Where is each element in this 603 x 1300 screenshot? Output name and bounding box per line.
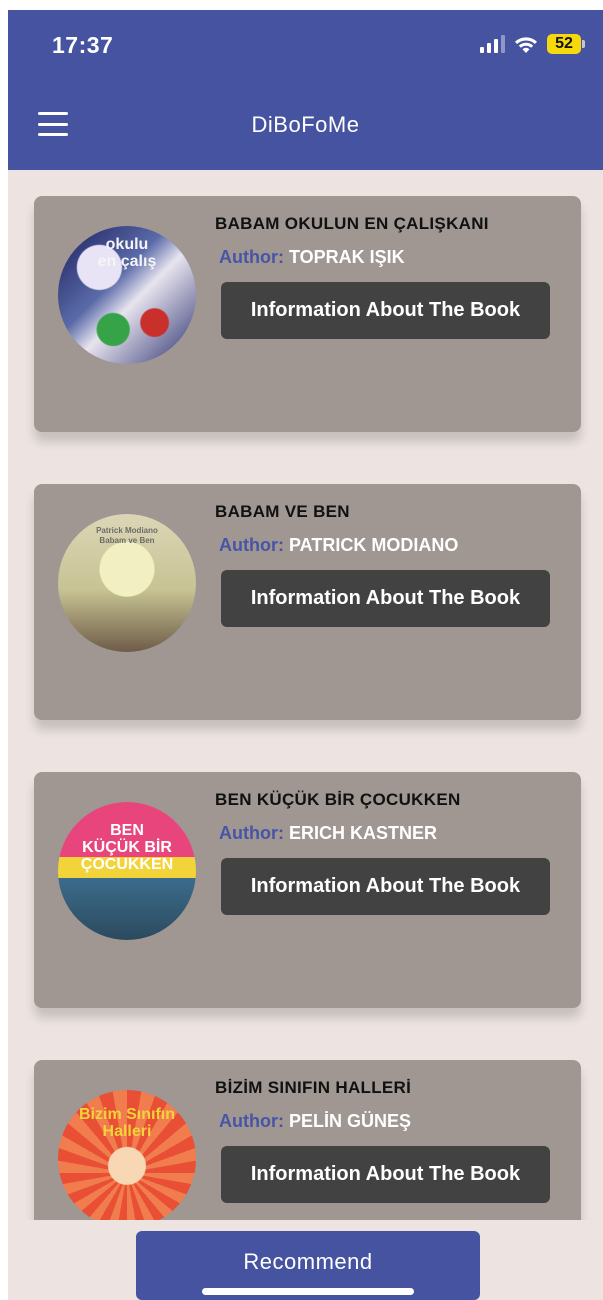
wifi-icon [513,35,539,54]
cover-text: okulu en çalış [97,236,157,270]
author-name: PELİN GÜNEŞ [289,1111,412,1131]
status-icons: 52 [480,34,585,54]
cover-text: BEN KÜÇÜK BİR ÇOCUKKEN [80,822,174,873]
app-title: DiBoFoMe [251,112,360,137]
book-cover-image: BEN KÜÇÜK BİR ÇOCUKKEN [58,802,196,940]
cellular-signal-icon [480,35,505,53]
status-time: 17:37 [52,32,114,58]
battery-icon: 52 [547,34,585,54]
author-line: Author: PATRICK MODIANO [219,535,458,556]
cover-text: Bizim Sınıfın Halleri [79,1106,175,1140]
battery-level: 52 [547,34,581,54]
book-list[interactable]: okulu en çalış BABAM OKULUN EN ÇALIŞKANI… [8,170,603,1220]
book-title: BİZİM SINIFIN HALLERİ [215,1078,412,1097]
author-name: PATRICK MODIANO [289,535,459,555]
book-info-button[interactable]: Information About The Book [221,1146,550,1203]
book-cover-image: Bizim Sınıfın Halleri [58,1090,196,1220]
book-card: BEN KÜÇÜK BİR ÇOCUKKEN BEN KÜÇÜK BİR ÇOC… [34,772,581,1008]
book-title: BEN KÜÇÜK BİR ÇOCUKKEN [215,790,461,809]
author-name: TOPRAK IŞIK [289,247,405,267]
author-label: Author: [219,247,284,267]
book-info-button[interactable]: Information About The Book [221,858,550,915]
book-title: BABAM VE BEN [215,502,350,521]
author-name: ERICH KASTNER [289,823,438,843]
book-cover-image: okulu en çalış [58,226,196,364]
author-label: Author: [219,535,284,555]
app-bar: 17:37 52 DiBoFoMe [8,10,603,170]
home-indicator[interactable] [202,1288,414,1295]
author-label: Author: [219,823,284,843]
author-line: Author: TOPRAK IŞIK [219,247,405,268]
cover-text: Patrick Modiano Babam ve Ben [96,526,158,545]
author-label: Author: [219,1111,284,1131]
book-title: BABAM OKULUN EN ÇALIŞKANI [215,214,489,233]
book-card: okulu en çalış BABAM OKULUN EN ÇALIŞKANI… [34,196,581,432]
book-info-button[interactable]: Information About The Book [221,282,550,339]
author-line: Author: PELİN GÜNEŞ [219,1111,411,1132]
book-card: Patrick Modiano Babam ve Ben BABAM VE BE… [34,484,581,720]
book-info-button[interactable]: Information About The Book [221,570,550,627]
book-card: Bizim Sınıfın Halleri BİZİM SINIFIN HALL… [34,1060,581,1220]
author-line: Author: ERICH KASTNER [219,823,437,844]
app-screen: 17:37 52 DiBoFoMe okulu en çalış BABAM O… [8,10,603,1300]
book-cover-image: Patrick Modiano Babam ve Ben [58,514,196,652]
